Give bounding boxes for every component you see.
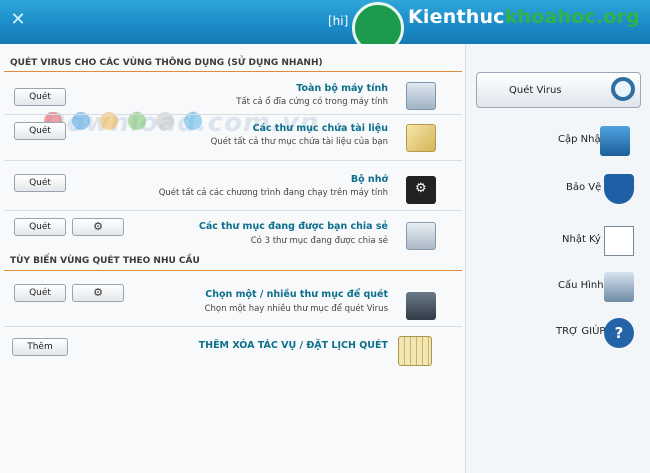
documents-folder-icon [406, 124, 436, 152]
section-divider [4, 270, 462, 271]
sidebar-item-label: Cập Nhật [558, 134, 605, 145]
monitor-update-icon [600, 126, 630, 156]
sidebar-item-config[interactable]: Cấu Hình [476, 268, 641, 304]
site-watermark: Kienthuckhoahoc.org [408, 6, 640, 28]
sidebar-item-protect[interactable]: Bảo Vệ [476, 170, 641, 206]
title-bar: ✕ [hi] Kienthuckhoahoc.org [0, 0, 650, 54]
watermark-part-b: khoahoc [504, 6, 596, 28]
shared-folders-settings-button[interactable]: ⚙ [72, 218, 124, 236]
sidebar: Quét Virus Cập Nhật Bảo Vệ Nhật Ký Cấu H… [465, 44, 650, 473]
shield-icon [604, 174, 634, 204]
row-desc-shared: Có 3 thư mục đang được chia sẻ [250, 236, 388, 246]
add-schedule-button[interactable]: Thêm [12, 338, 68, 356]
computer-icon [406, 82, 436, 110]
scan-shared-folders-button[interactable]: Quét [14, 218, 66, 236]
window-title: [hi] [328, 14, 349, 28]
row-title-documents: Các thư mục chứa tài liệu [252, 123, 388, 134]
sidebar-item-label: TRỢ GIÚP [556, 326, 606, 337]
sidebar-item-log[interactable]: Nhật Ký [476, 222, 641, 258]
memory-chip-icon [406, 176, 436, 204]
row-divider [4, 210, 462, 211]
scan-documents-button[interactable]: Quét [14, 122, 66, 140]
scan-panel: Download.com.vn QUÉT VIRUS CHO CÁC VÙNG … [0, 44, 465, 473]
row-title-custom: Chọn một / nhiều thư mục để quét [205, 289, 388, 300]
row-desc-computer: Tất cả ổ đĩa cứng có trong máy tính [236, 97, 388, 107]
magnifier-icon [611, 77, 635, 101]
gear-icon: ⚙ [93, 220, 103, 233]
section-divider [4, 71, 462, 72]
row-desc-documents: Quét tất cả thư mục chứa tài liệu của bạ… [210, 137, 388, 147]
section-custom-scan-header: TÙY BIẾN VÙNG QUÉT THEO NHU CẦU [10, 256, 200, 266]
row-desc-memory: Quét tất cả các chương trình đang chạy t… [158, 188, 388, 198]
row-desc-custom: Chọn một hay nhiều thư mục để quét Virus [204, 304, 388, 314]
scan-computer-button[interactable]: Quét [14, 88, 66, 106]
sidebar-item-label: Quét Virus [509, 85, 562, 96]
config-icon [604, 272, 634, 302]
notebook-icon [604, 226, 634, 256]
custom-folders-settings-button[interactable]: ⚙ [72, 284, 124, 302]
row-title-memory: Bộ nhớ [350, 174, 388, 185]
section-quick-scan-header: QUÉT VIRUS CHO CÁC VÙNG THÔNG DỤNG (SỬ D… [10, 58, 323, 68]
select-folder-icon [406, 292, 436, 320]
sidebar-item-label: Bảo Vệ [566, 182, 602, 193]
sidebar-item-label: Cấu Hình [558, 280, 604, 291]
row-divider [4, 160, 462, 161]
row-title-shared: Các thư mục đang được bạn chia sẻ [198, 221, 388, 232]
help-icon: ? [604, 318, 634, 348]
sidebar-item-label: Nhật Ký [562, 234, 601, 245]
sidebar-item-update[interactable]: Cập Nhật [476, 124, 641, 160]
row-divider [4, 114, 462, 115]
sidebar-item-scan-virus[interactable]: Quét Virus [476, 72, 641, 108]
row-divider [4, 326, 462, 327]
watermark-part-a: Kienthuc [408, 6, 505, 28]
row-title-schedule: THÊM XÓA TÁC VỤ / ĐẶT LỊCH QUÉT [198, 340, 388, 351]
scan-custom-folders-button[interactable]: Quét [14, 284, 66, 302]
gear-icon: ⚙ [93, 286, 103, 299]
watermark-part-c: .org [595, 6, 640, 28]
sidebar-item-help[interactable]: TRỢ GIÚP ? [476, 314, 641, 350]
shared-folder-icon [406, 222, 436, 250]
row-title-computer: Toàn bộ máy tính [296, 83, 388, 94]
scan-memory-button[interactable]: Quét [14, 174, 66, 192]
close-icon[interactable]: ✕ [8, 10, 28, 30]
schedule-calendar-icon [398, 336, 432, 366]
